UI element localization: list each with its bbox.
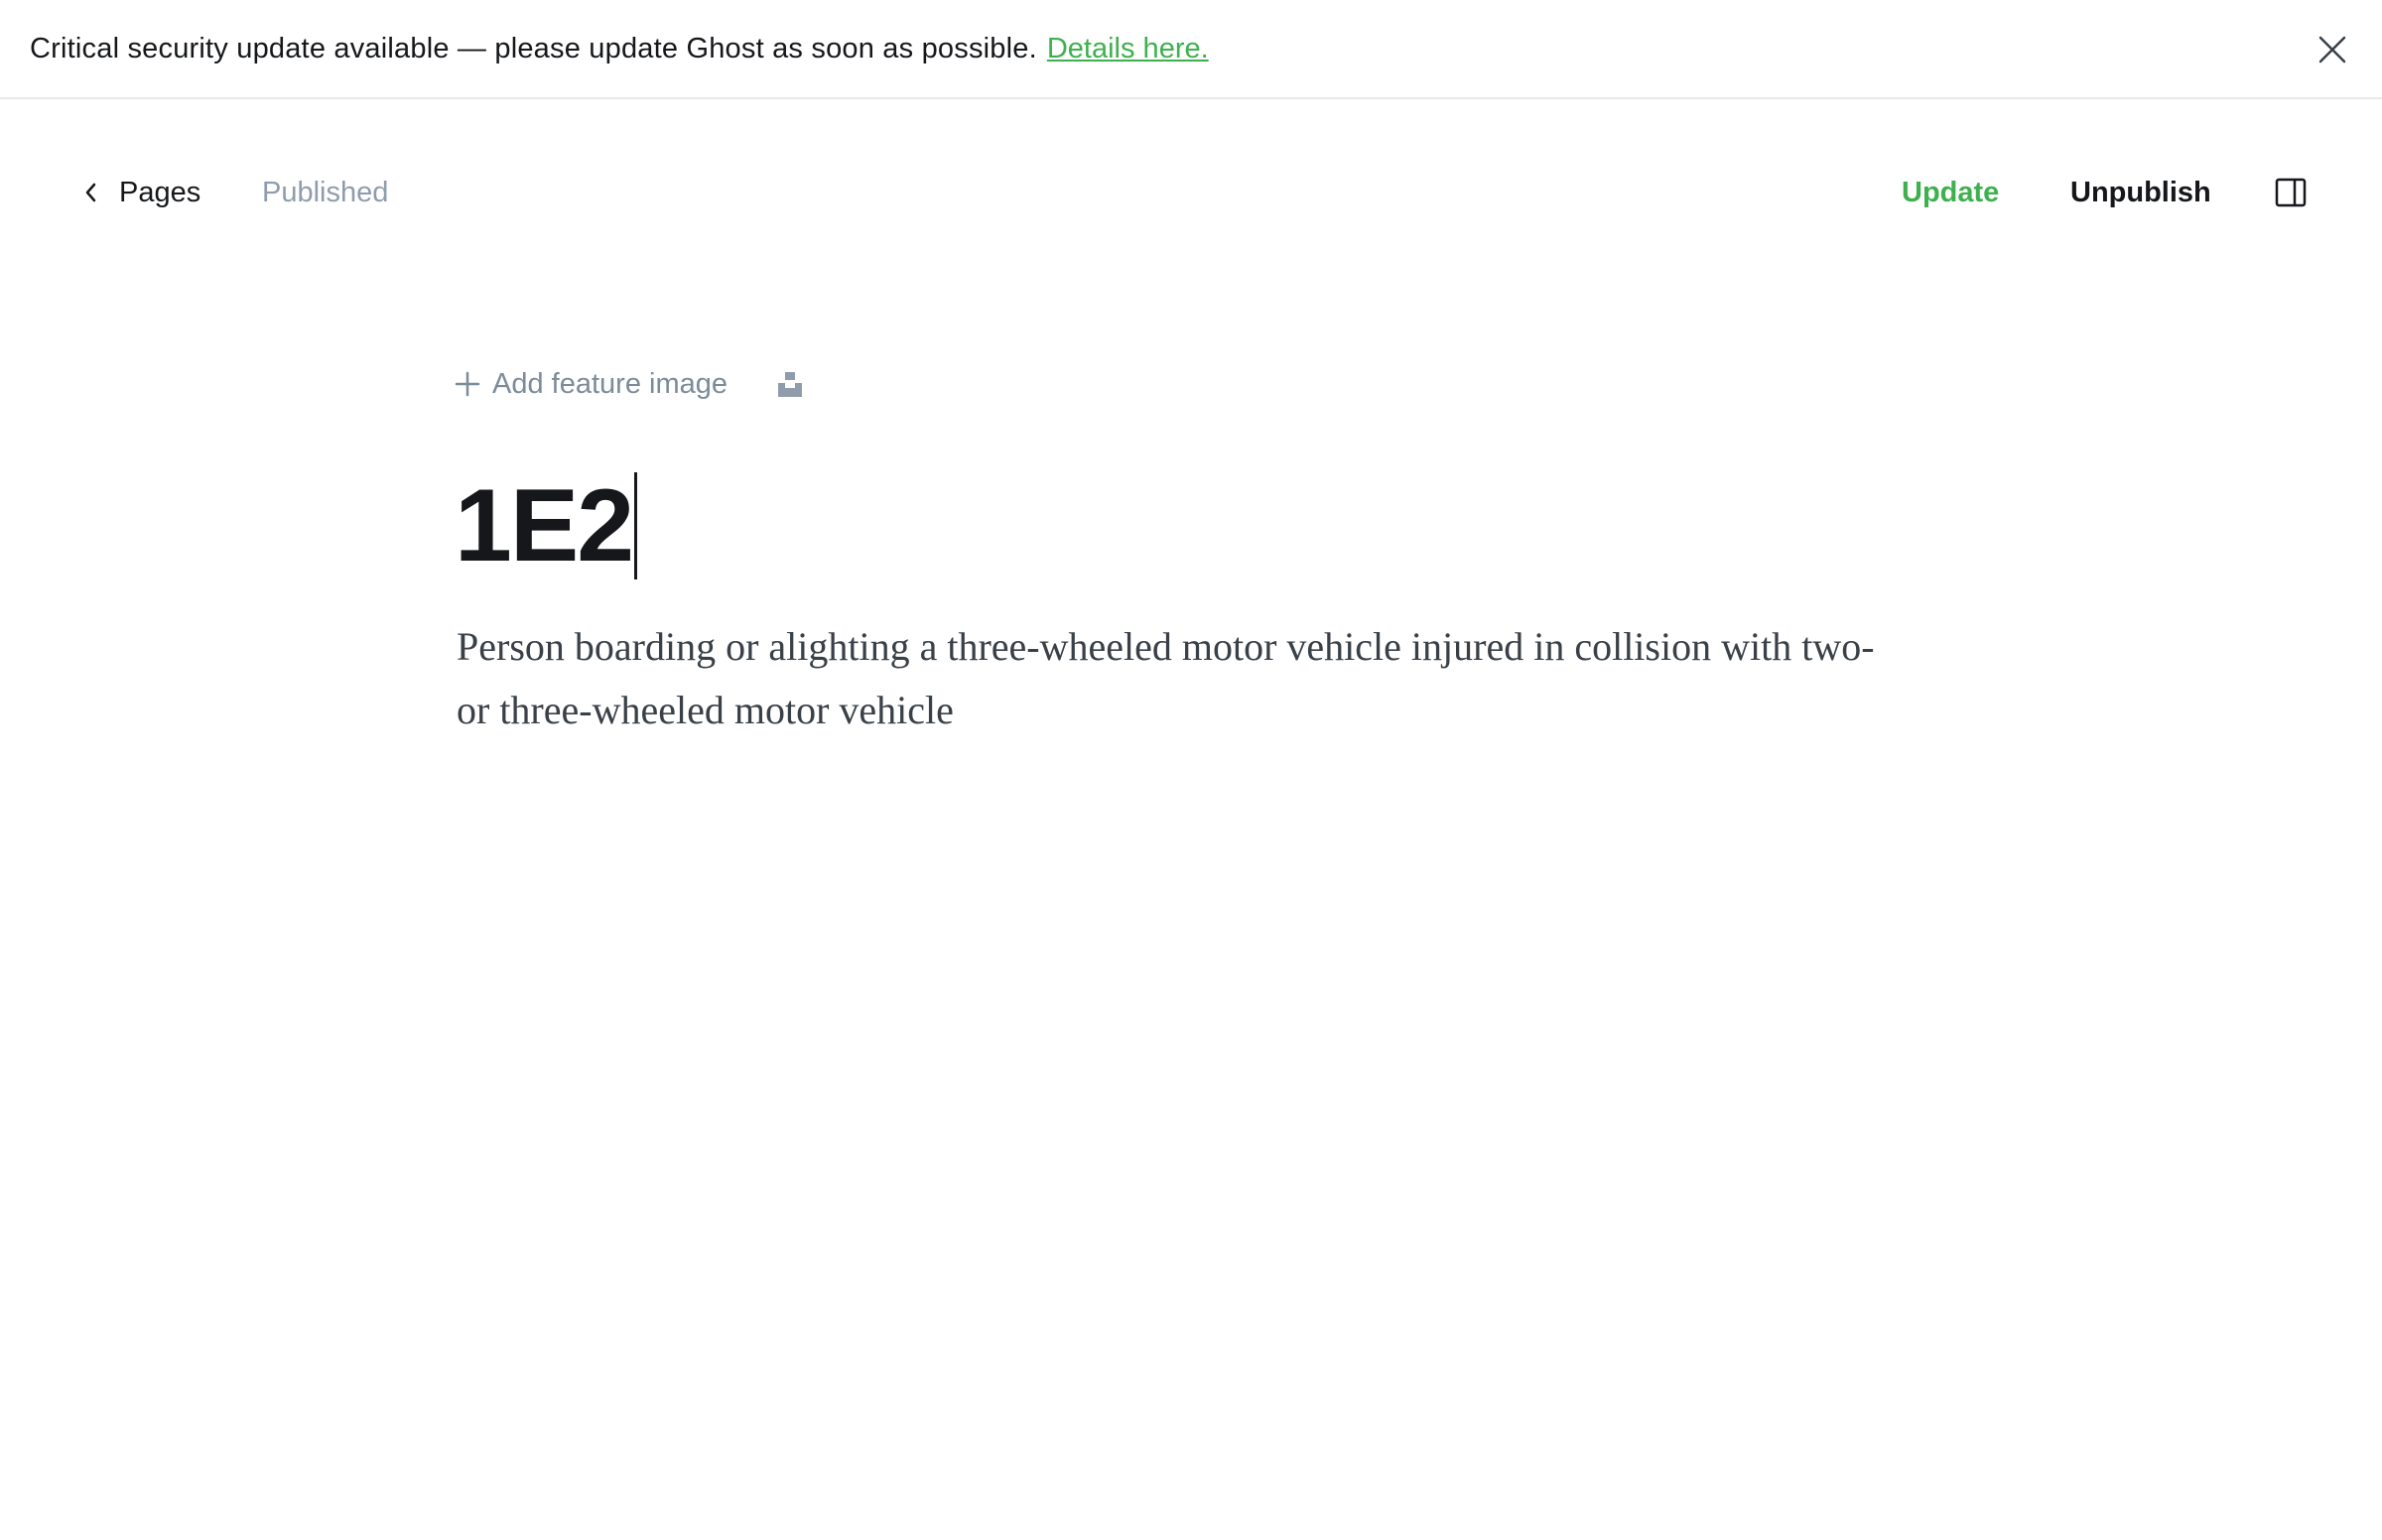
unpublish-button[interactable]: Unpublish	[2070, 173, 2211, 212]
plus-icon	[455, 371, 480, 397]
add-feature-image-label: Add feature image	[492, 367, 728, 400]
unsplash-icon[interactable]	[775, 369, 805, 399]
back-to-pages-button[interactable]: Pages	[83, 173, 200, 212]
details-link[interactable]: Details here.	[1047, 33, 1209, 65]
post-title[interactable]: 1E2	[455, 466, 638, 585]
security-update-banner: Critical security update available — ple…	[0, 0, 2382, 99]
chevron-left-icon	[83, 173, 105, 212]
update-button[interactable]: Update	[1902, 173, 1999, 212]
publish-status: Published	[262, 177, 389, 208]
feature-image-controls: Add feature image	[455, 361, 805, 407]
banner-message: Critical security update available — ple…	[30, 32, 1037, 64]
post-title-text: 1E2	[455, 468, 634, 583]
text-caret	[634, 472, 638, 579]
close-icon[interactable]	[2313, 30, 2352, 69]
post-body[interactable]: Person boarding or alighting a three-whe…	[457, 615, 1886, 742]
add-feature-image-button[interactable]: Add feature image	[455, 368, 728, 401]
back-label: Pages	[119, 176, 201, 208]
editor-header: Pages Published Update Unpublish	[0, 159, 2382, 226]
sidebar-toggle-icon[interactable]	[2273, 173, 2309, 212]
